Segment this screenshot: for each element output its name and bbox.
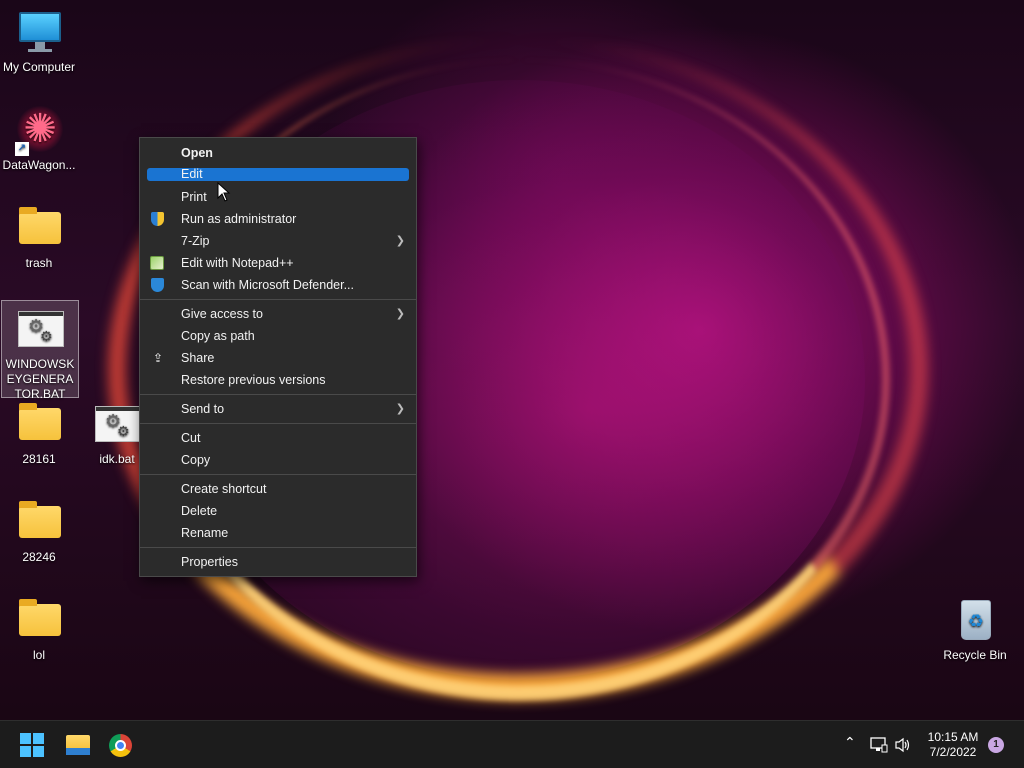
desktop-icon-28161[interactable]: 28161 (0, 400, 78, 467)
file-explorer-icon[interactable] (66, 735, 90, 755)
menu-item-copy[interactable]: Copy (147, 449, 409, 471)
menu-item-label: Properties (181, 555, 238, 569)
menu-item-label: Create shortcut (181, 482, 267, 496)
menu-item-print[interactable]: Print (147, 186, 409, 208)
desktop-icon-label: WINDOWSKEYGENERATOR.BAT (5, 357, 75, 401)
desktop-icon-datawagon[interactable]: ✺ ↗ DataWagon... (0, 106, 78, 173)
menu-item-label: Edit (181, 167, 203, 181)
menu-item-restore-versions[interactable]: Restore previous versions (147, 369, 409, 391)
menu-item-cut[interactable]: Cut (147, 427, 409, 449)
defender-shield-icon (151, 278, 164, 292)
gear-icon: ⚙ (40, 328, 53, 344)
menu-separator (140, 547, 416, 548)
desktop-icon-label: DataWagon... (2, 158, 76, 172)
menu-item-label: Scan with Microsoft Defender... (181, 278, 354, 292)
desktop-icon-label: lol (32, 648, 45, 662)
desktop-icon-label: Recycle Bin (943, 648, 1007, 662)
desktop-icon-recycle-bin[interactable]: ♻ Recycle Bin (936, 596, 1014, 663)
uac-shield-icon (151, 212, 164, 226)
chevron-up-icon[interactable]: ⌃ (844, 734, 856, 751)
menu-item-label: 7-Zip (181, 234, 210, 248)
menu-item-label: Open (181, 146, 213, 160)
menu-item-copy-as-path[interactable]: Copy as path (147, 325, 409, 347)
menu-item-create-shortcut[interactable]: Create shortcut (147, 478, 409, 500)
desktop-icon-trash[interactable]: trash (0, 204, 78, 271)
menu-item-label: Edit with Notepad++ (181, 256, 294, 270)
gear-icon: ⚙ (117, 423, 130, 439)
menu-item-scan-defender[interactable]: Scan with Microsoft Defender... (147, 274, 409, 296)
menu-item-rename[interactable]: Rename (147, 522, 409, 544)
menu-item-label: Copy (181, 453, 211, 467)
mouse-cursor-icon (217, 182, 231, 202)
menu-item-label: Cut (181, 431, 201, 445)
volume-icon[interactable] (894, 737, 912, 753)
menu-separator (140, 474, 416, 475)
clock-time: 10:15 AM (927, 730, 979, 744)
menu-item-7zip[interactable]: 7-Zip ❯ (147, 230, 409, 252)
menu-item-label: Print (181, 190, 207, 204)
menu-item-edit[interactable]: Edit (147, 168, 409, 181)
menu-item-share[interactable]: ⇪ Share (147, 347, 409, 369)
share-icon: ⇪ (152, 351, 164, 365)
menu-item-delete[interactable]: Delete (147, 500, 409, 522)
desktop-icon-28246[interactable]: 28246 (0, 498, 78, 565)
desktop-icon-lol[interactable]: lol (0, 596, 78, 663)
menu-separator (140, 394, 416, 395)
clock-date: 7/2/2022 (929, 745, 977, 759)
folder-icon (15, 498, 63, 546)
taskbar-clock[interactable]: 10:15 AM 7/2/2022 (920, 730, 986, 760)
desktop-icon-label: 28161 (22, 452, 56, 466)
context-menu: Open Edit Print Run as administrator 7-Z… (139, 137, 417, 577)
computer-icon (15, 8, 63, 56)
menu-item-edit-notepadpp[interactable]: Edit with Notepad++ (147, 252, 409, 274)
desktop-icon-windowskeygenerator[interactable]: ⚙ ⚙ WINDOWSKEYGENERATOR.BAT (1, 300, 79, 401)
menu-separator (140, 423, 416, 424)
menu-item-label: Restore previous versions (181, 373, 326, 387)
menu-item-run-as-admin[interactable]: Run as administrator (147, 208, 409, 230)
network-icon[interactable] (870, 737, 888, 753)
chevron-right-icon: ❯ (395, 403, 405, 415)
taskbar: ⌃ 10:15 AM 7/2/2022 1 (0, 720, 1024, 768)
batch-file-icon: ⚙ ⚙ (16, 305, 64, 353)
notepadpp-icon (150, 256, 164, 270)
menu-item-label: Give access to (181, 307, 263, 321)
shortcut-arrow-icon: ↗ (15, 142, 29, 156)
chevron-right-icon: ❯ (395, 308, 405, 320)
menu-item-send-to[interactable]: Send to ❯ (147, 398, 409, 420)
folder-icon (15, 400, 63, 448)
datawagon-logo-icon: ✺ ↗ (15, 106, 63, 156)
folder-icon (15, 596, 63, 644)
start-button[interactable] (20, 733, 44, 757)
notification-badge[interactable]: 1 (988, 737, 1004, 753)
menu-item-open[interactable]: Open (147, 142, 409, 164)
menu-item-label: Share (181, 351, 215, 365)
menu-item-label: Send to (181, 402, 225, 416)
desktop-icon-label: 28246 (22, 550, 56, 564)
desktop-icon-label: trash (25, 256, 53, 270)
menu-item-label: Copy as path (181, 329, 255, 343)
desktop-icon-my-computer[interactable]: My Computer (0, 8, 78, 75)
recycle-bin-icon: ♻ (951, 596, 999, 644)
menu-item-properties[interactable]: Properties (147, 551, 409, 573)
menu-item-give-access[interactable]: Give access to ❯ (147, 303, 409, 325)
desktop-icon-label: My Computer (2, 60, 76, 74)
batch-file-icon: ⚙ ⚙ (93, 400, 141, 448)
menu-item-label: Rename (181, 526, 229, 540)
menu-item-label: Run as administrator (181, 212, 297, 226)
chevron-right-icon: ❯ (395, 235, 405, 247)
folder-icon (15, 204, 63, 252)
menu-item-label: Delete (181, 504, 218, 518)
menu-separator (140, 299, 416, 300)
chrome-icon[interactable] (109, 734, 132, 757)
